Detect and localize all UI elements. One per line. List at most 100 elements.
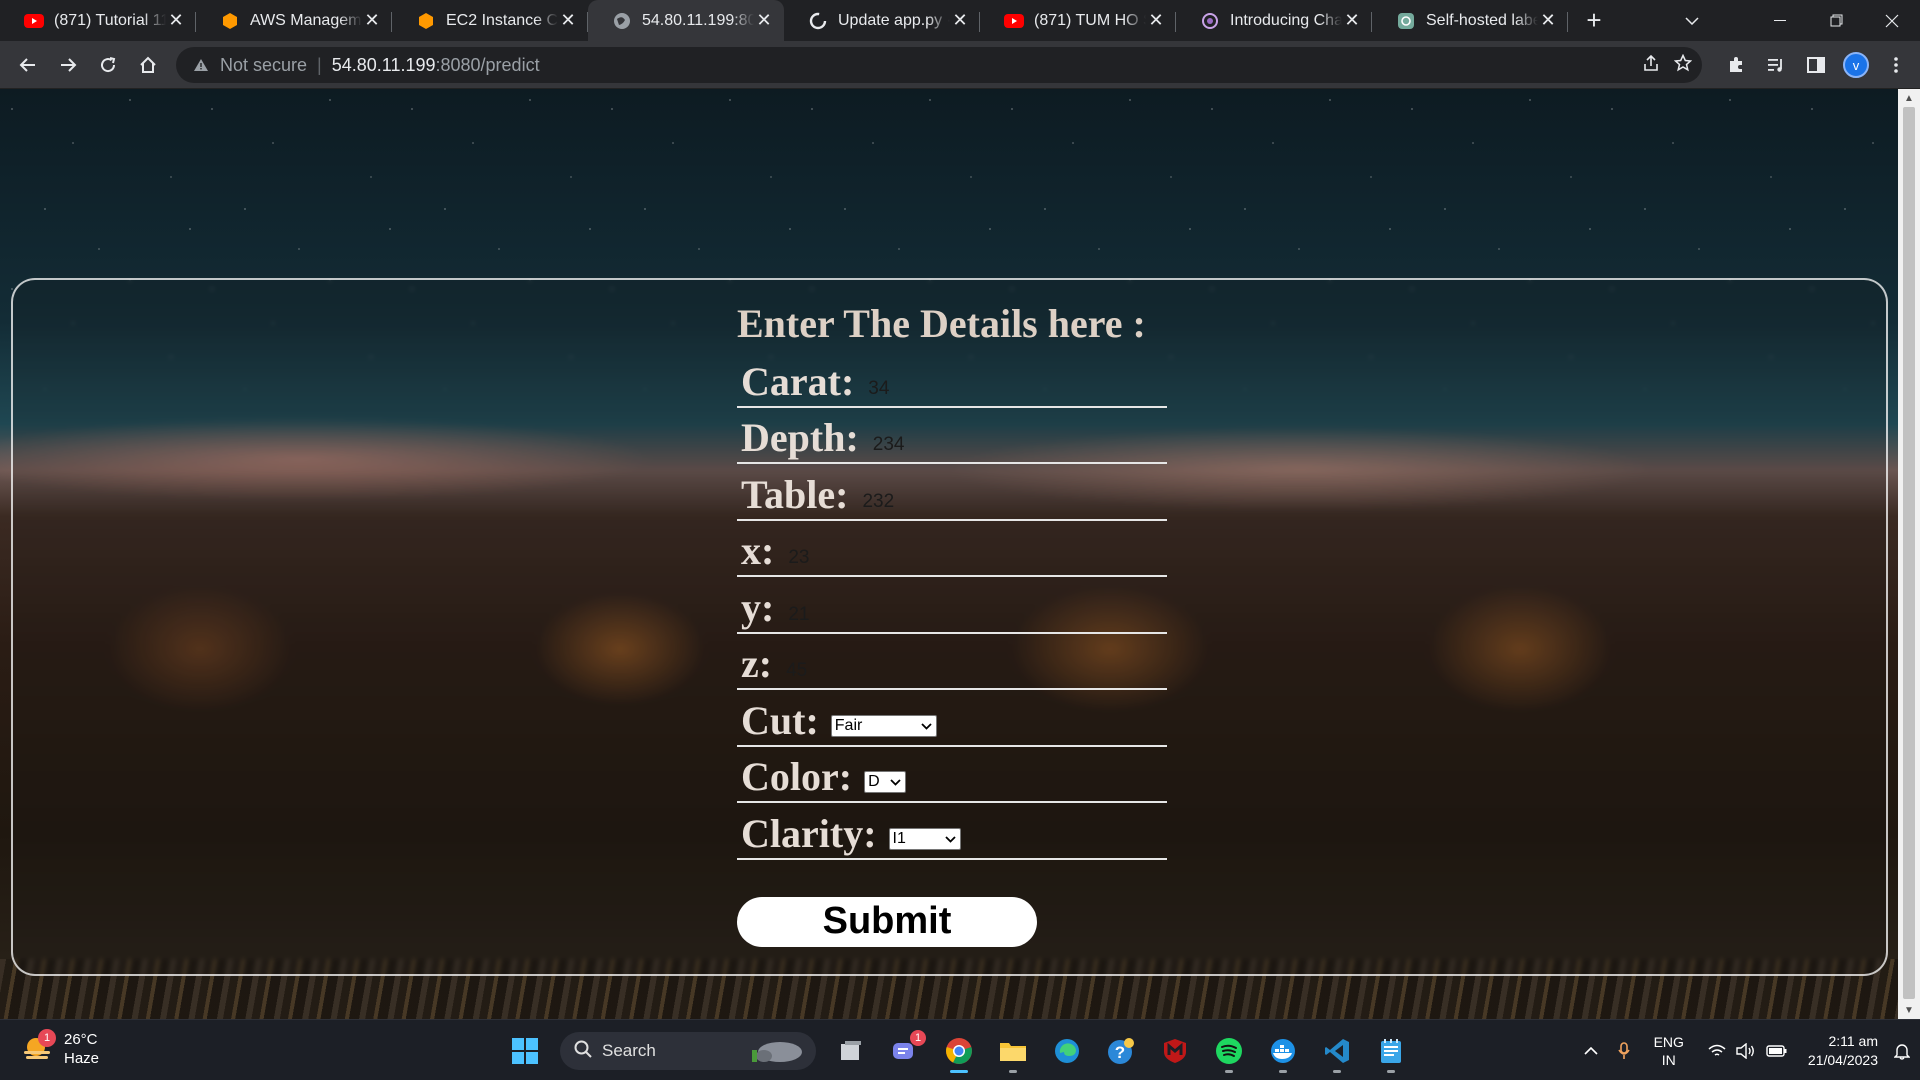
minimize-icon[interactable] xyxy=(1752,0,1808,41)
teams-chat-icon[interactable]: 1 xyxy=(882,1028,928,1074)
close-tab-icon[interactable]: ✕ xyxy=(1342,10,1362,31)
chevron-up-icon[interactable] xyxy=(1584,1046,1598,1055)
profile-avatar[interactable]: v xyxy=(1836,41,1876,89)
color-select[interactable]: D xyxy=(864,771,907,793)
clarity-label: Clarity: xyxy=(741,810,877,856)
scrollbar-thumb[interactable] xyxy=(1903,107,1915,999)
scroll-up-arrow-icon[interactable]: ▲ xyxy=(1898,89,1920,107)
task-view-icon[interactable] xyxy=(828,1028,874,1074)
omnibox-actions xyxy=(1642,47,1693,83)
weather-widget[interactable]: 1 26°C Haze xyxy=(20,1029,99,1068)
clarity-select[interactable]: I1 xyxy=(888,827,961,850)
wifi-icon[interactable] xyxy=(1708,1044,1726,1058)
close-tab-icon[interactable]: ✕ xyxy=(558,10,578,31)
teams-badge: 1 xyxy=(910,1030,926,1046)
weather-temp: 26°C xyxy=(64,1031,98,1048)
cut-select[interactable]: Fair xyxy=(830,714,937,737)
file-explorer-icon[interactable] xyxy=(990,1028,1036,1074)
tab-introducing-chat[interactable]: Introducing Chat ✕ xyxy=(1176,0,1372,41)
globe-icon xyxy=(612,11,632,31)
edge-icon[interactable] xyxy=(1044,1028,1090,1074)
close-window-icon[interactable] xyxy=(1864,0,1920,41)
field-row-clarity: Clarity: I1 xyxy=(737,803,1167,860)
close-tab-icon[interactable]: ✕ xyxy=(754,10,774,31)
y-input[interactable]: 21 xyxy=(788,604,988,628)
scroll-down-arrow-icon[interactable]: ▼ xyxy=(1898,1001,1920,1019)
warning-triangle-icon[interactable] xyxy=(190,58,212,72)
tab-github-update[interactable]: Update app.py · V ✕ xyxy=(784,0,980,41)
chrome-icon[interactable] xyxy=(936,1028,982,1074)
url-host: 54.80.11.199 xyxy=(331,54,436,75)
close-tab-icon[interactable]: ✕ xyxy=(166,10,186,31)
taskbar-apps: Search 1 ? xyxy=(498,1028,1418,1074)
chevron-down-icon xyxy=(921,719,936,733)
openai-icon xyxy=(1396,11,1416,31)
bookmark-star-icon[interactable] xyxy=(1673,53,1693,77)
tab-aws-management[interactable]: AWS Managemen ✕ xyxy=(196,0,392,41)
tab-title: AWS Managemen xyxy=(250,11,362,29)
tab-search-chevron-icon[interactable] xyxy=(1664,0,1720,41)
security-label[interactable]: Not secure xyxy=(220,55,307,76)
tab-self-hosted-label[interactable]: Self-hosted label ✕ xyxy=(1372,0,1568,41)
close-tab-icon[interactable]: ✕ xyxy=(1146,10,1166,31)
youtube-icon xyxy=(24,11,44,31)
notifications-icon[interactable] xyxy=(1894,1042,1910,1060)
carat-input[interactable]: 34 xyxy=(868,378,1068,402)
volume-icon[interactable] xyxy=(1736,1042,1756,1059)
tab-youtube-song[interactable]: (871) TUM HO SC ✕ xyxy=(980,0,1176,41)
tab-predict-active[interactable]: 54.80.11.199:808 ✕ xyxy=(588,0,784,41)
page-scrollbar[interactable]: ▲ ▼ xyxy=(1898,89,1920,1019)
field-row-table: Table: 232 xyxy=(737,464,1167,521)
mcafee-icon[interactable] xyxy=(1152,1028,1198,1074)
battery-icon[interactable] xyxy=(1766,1044,1788,1058)
more-menu-icon[interactable] xyxy=(1876,41,1916,89)
tab-title: (871) TUM HO SC xyxy=(1034,11,1146,29)
tab-ec2-instance[interactable]: EC2 Instance Con ✕ xyxy=(392,0,588,41)
tab-youtube-tutorial[interactable]: (871) Tutorial 11- ✕ xyxy=(0,0,196,41)
notepad-icon[interactable] xyxy=(1368,1028,1414,1074)
weather-text: 26°C Haze xyxy=(64,1030,99,1068)
microphone-icon[interactable] xyxy=(1617,1041,1630,1060)
table-input[interactable]: 232 xyxy=(862,491,1062,515)
search-label: Search xyxy=(602,1041,656,1060)
youtube-icon xyxy=(1004,11,1024,31)
close-tab-icon[interactable]: ✕ xyxy=(950,10,970,31)
close-tab-icon[interactable]: ✕ xyxy=(362,10,382,31)
close-tab-icon[interactable]: ✕ xyxy=(1538,10,1558,31)
tab-strip: (871) Tutorial 11- ✕ AWS Managemen ✕ EC2… xyxy=(0,0,1920,41)
active-indicator xyxy=(950,1070,968,1073)
running-indicator xyxy=(1387,1070,1395,1073)
reload-icon[interactable] xyxy=(88,45,128,85)
windows-start-icon[interactable] xyxy=(502,1028,548,1074)
x-input[interactable]: 23 xyxy=(788,547,988,571)
forward-arrow-icon[interactable] xyxy=(48,45,88,85)
back-arrow-icon[interactable] xyxy=(8,45,48,85)
clock-date: 21/04/2023 xyxy=(1807,1051,1878,1068)
tab-title: Introducing Chat xyxy=(1230,11,1342,29)
submit-button[interactable]: Submit xyxy=(737,896,1037,947)
vscode-icon[interactable] xyxy=(1314,1028,1360,1074)
restore-icon[interactable] xyxy=(1808,0,1864,41)
language-indicator[interactable]: ENG IN xyxy=(1654,1033,1684,1069)
taskbar-search[interactable]: Search xyxy=(560,1032,816,1070)
z-input[interactable]: 45 xyxy=(786,660,986,684)
home-icon[interactable] xyxy=(128,45,168,85)
new-tab-button[interactable]: + xyxy=(1574,0,1614,41)
weather-badge: 1 xyxy=(38,1029,56,1047)
tab-title: (871) Tutorial 11- xyxy=(54,11,166,29)
extensions-puzzle-icon[interactable] xyxy=(1716,41,1756,89)
help-icon[interactable]: ? xyxy=(1098,1028,1144,1074)
share-icon[interactable] xyxy=(1642,54,1660,77)
docker-icon[interactable] xyxy=(1260,1028,1306,1074)
weather-haze-icon: 1 xyxy=(20,1029,56,1067)
media-queue-icon[interactable] xyxy=(1756,41,1796,89)
windows-taskbar: 1 26°C Haze Search 1 ? ENG IN 2:11 am 21… xyxy=(0,1019,1920,1080)
depth-input[interactable]: 234 xyxy=(873,434,1073,458)
browser-toolbar: Not secure | 54.80.11.199:8080/predict v xyxy=(0,41,1920,89)
side-panel-icon[interactable] xyxy=(1796,41,1836,89)
running-indicator xyxy=(1333,1070,1341,1073)
address-bar[interactable]: Not secure | 54.80.11.199:8080/predict xyxy=(176,47,1702,83)
toolbar-right: v xyxy=(1716,41,1920,89)
spotify-icon[interactable] xyxy=(1206,1028,1252,1074)
system-clock[interactable]: 2:11 am 21/04/2023 xyxy=(1808,1032,1878,1070)
